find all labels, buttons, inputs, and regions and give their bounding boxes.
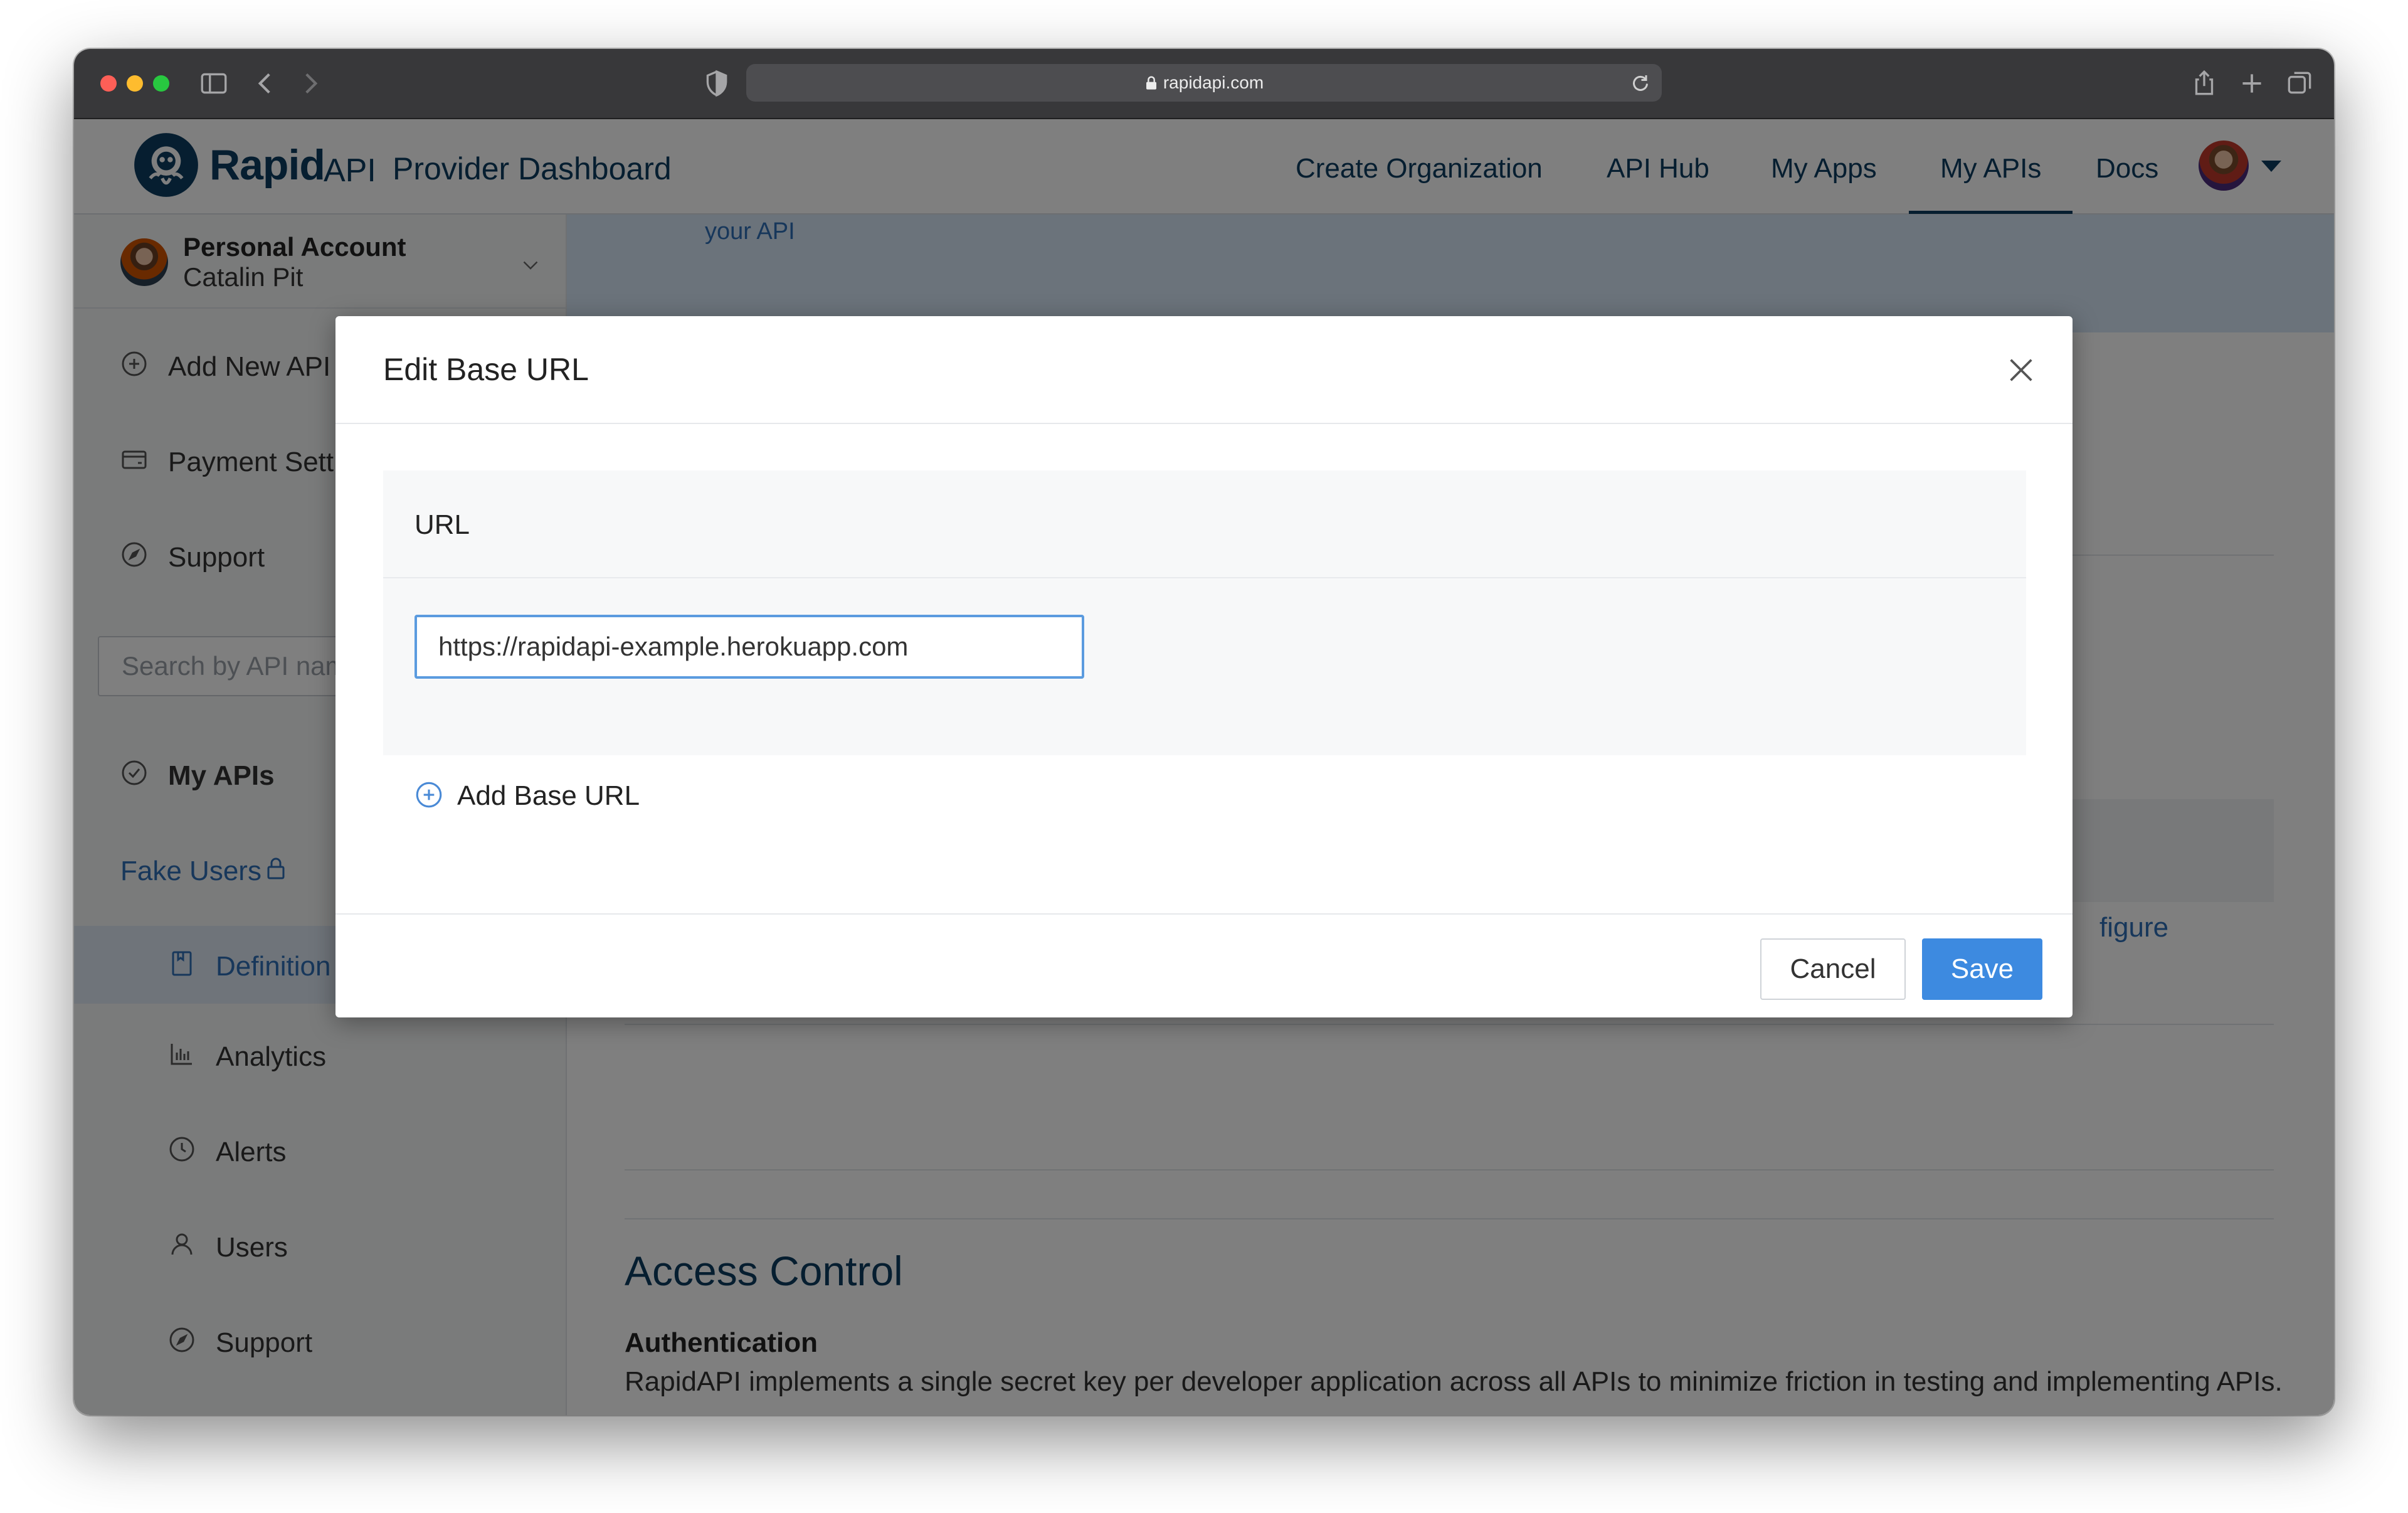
save-button[interactable]: Save	[1922, 938, 2042, 1000]
forward-icon[interactable]	[295, 68, 326, 99]
dialog-title: Edit Base URL	[383, 352, 589, 387]
sidebar-toggle-icon[interactable]	[198, 68, 230, 99]
new-tab-icon[interactable]	[2236, 68, 2268, 99]
url-text: rapidapi.com	[1163, 73, 1264, 92]
address-bar[interactable]: rapidapi.com	[746, 64, 1662, 102]
share-icon[interactable]	[2189, 68, 2220, 99]
close-icon[interactable]	[2004, 353, 2039, 388]
plus-circle-icon	[416, 782, 442, 808]
url-panel-header: URL	[383, 470, 2026, 578]
url-panel: URL	[383, 470, 2026, 755]
zoom-window-button[interactable]	[153, 75, 169, 92]
lock-icon	[1146, 76, 1156, 90]
base-url-input[interactable]	[415, 615, 1084, 679]
dialog-footer: Cancel Save	[335, 913, 2073, 1019]
browser-toolbar: rapidapi.com	[74, 49, 2334, 119]
privacy-shield-icon[interactable]	[701, 68, 732, 99]
edit-base-url-dialog: Edit Base URL URL Add Base URL Cancel Sa…	[335, 316, 2073, 1017]
minimize-window-button[interactable]	[127, 75, 143, 92]
back-icon[interactable]	[250, 68, 281, 99]
reload-icon[interactable]	[1629, 72, 1652, 94]
cancel-button[interactable]: Cancel	[1760, 938, 1906, 1000]
url-label: URL	[415, 509, 470, 540]
add-base-url-label: Add Base URL	[457, 780, 640, 811]
close-window-button[interactable]	[100, 75, 117, 92]
tab-overview-icon[interactable]	[2284, 68, 2315, 99]
dialog-header: Edit Base URL	[335, 316, 2073, 424]
